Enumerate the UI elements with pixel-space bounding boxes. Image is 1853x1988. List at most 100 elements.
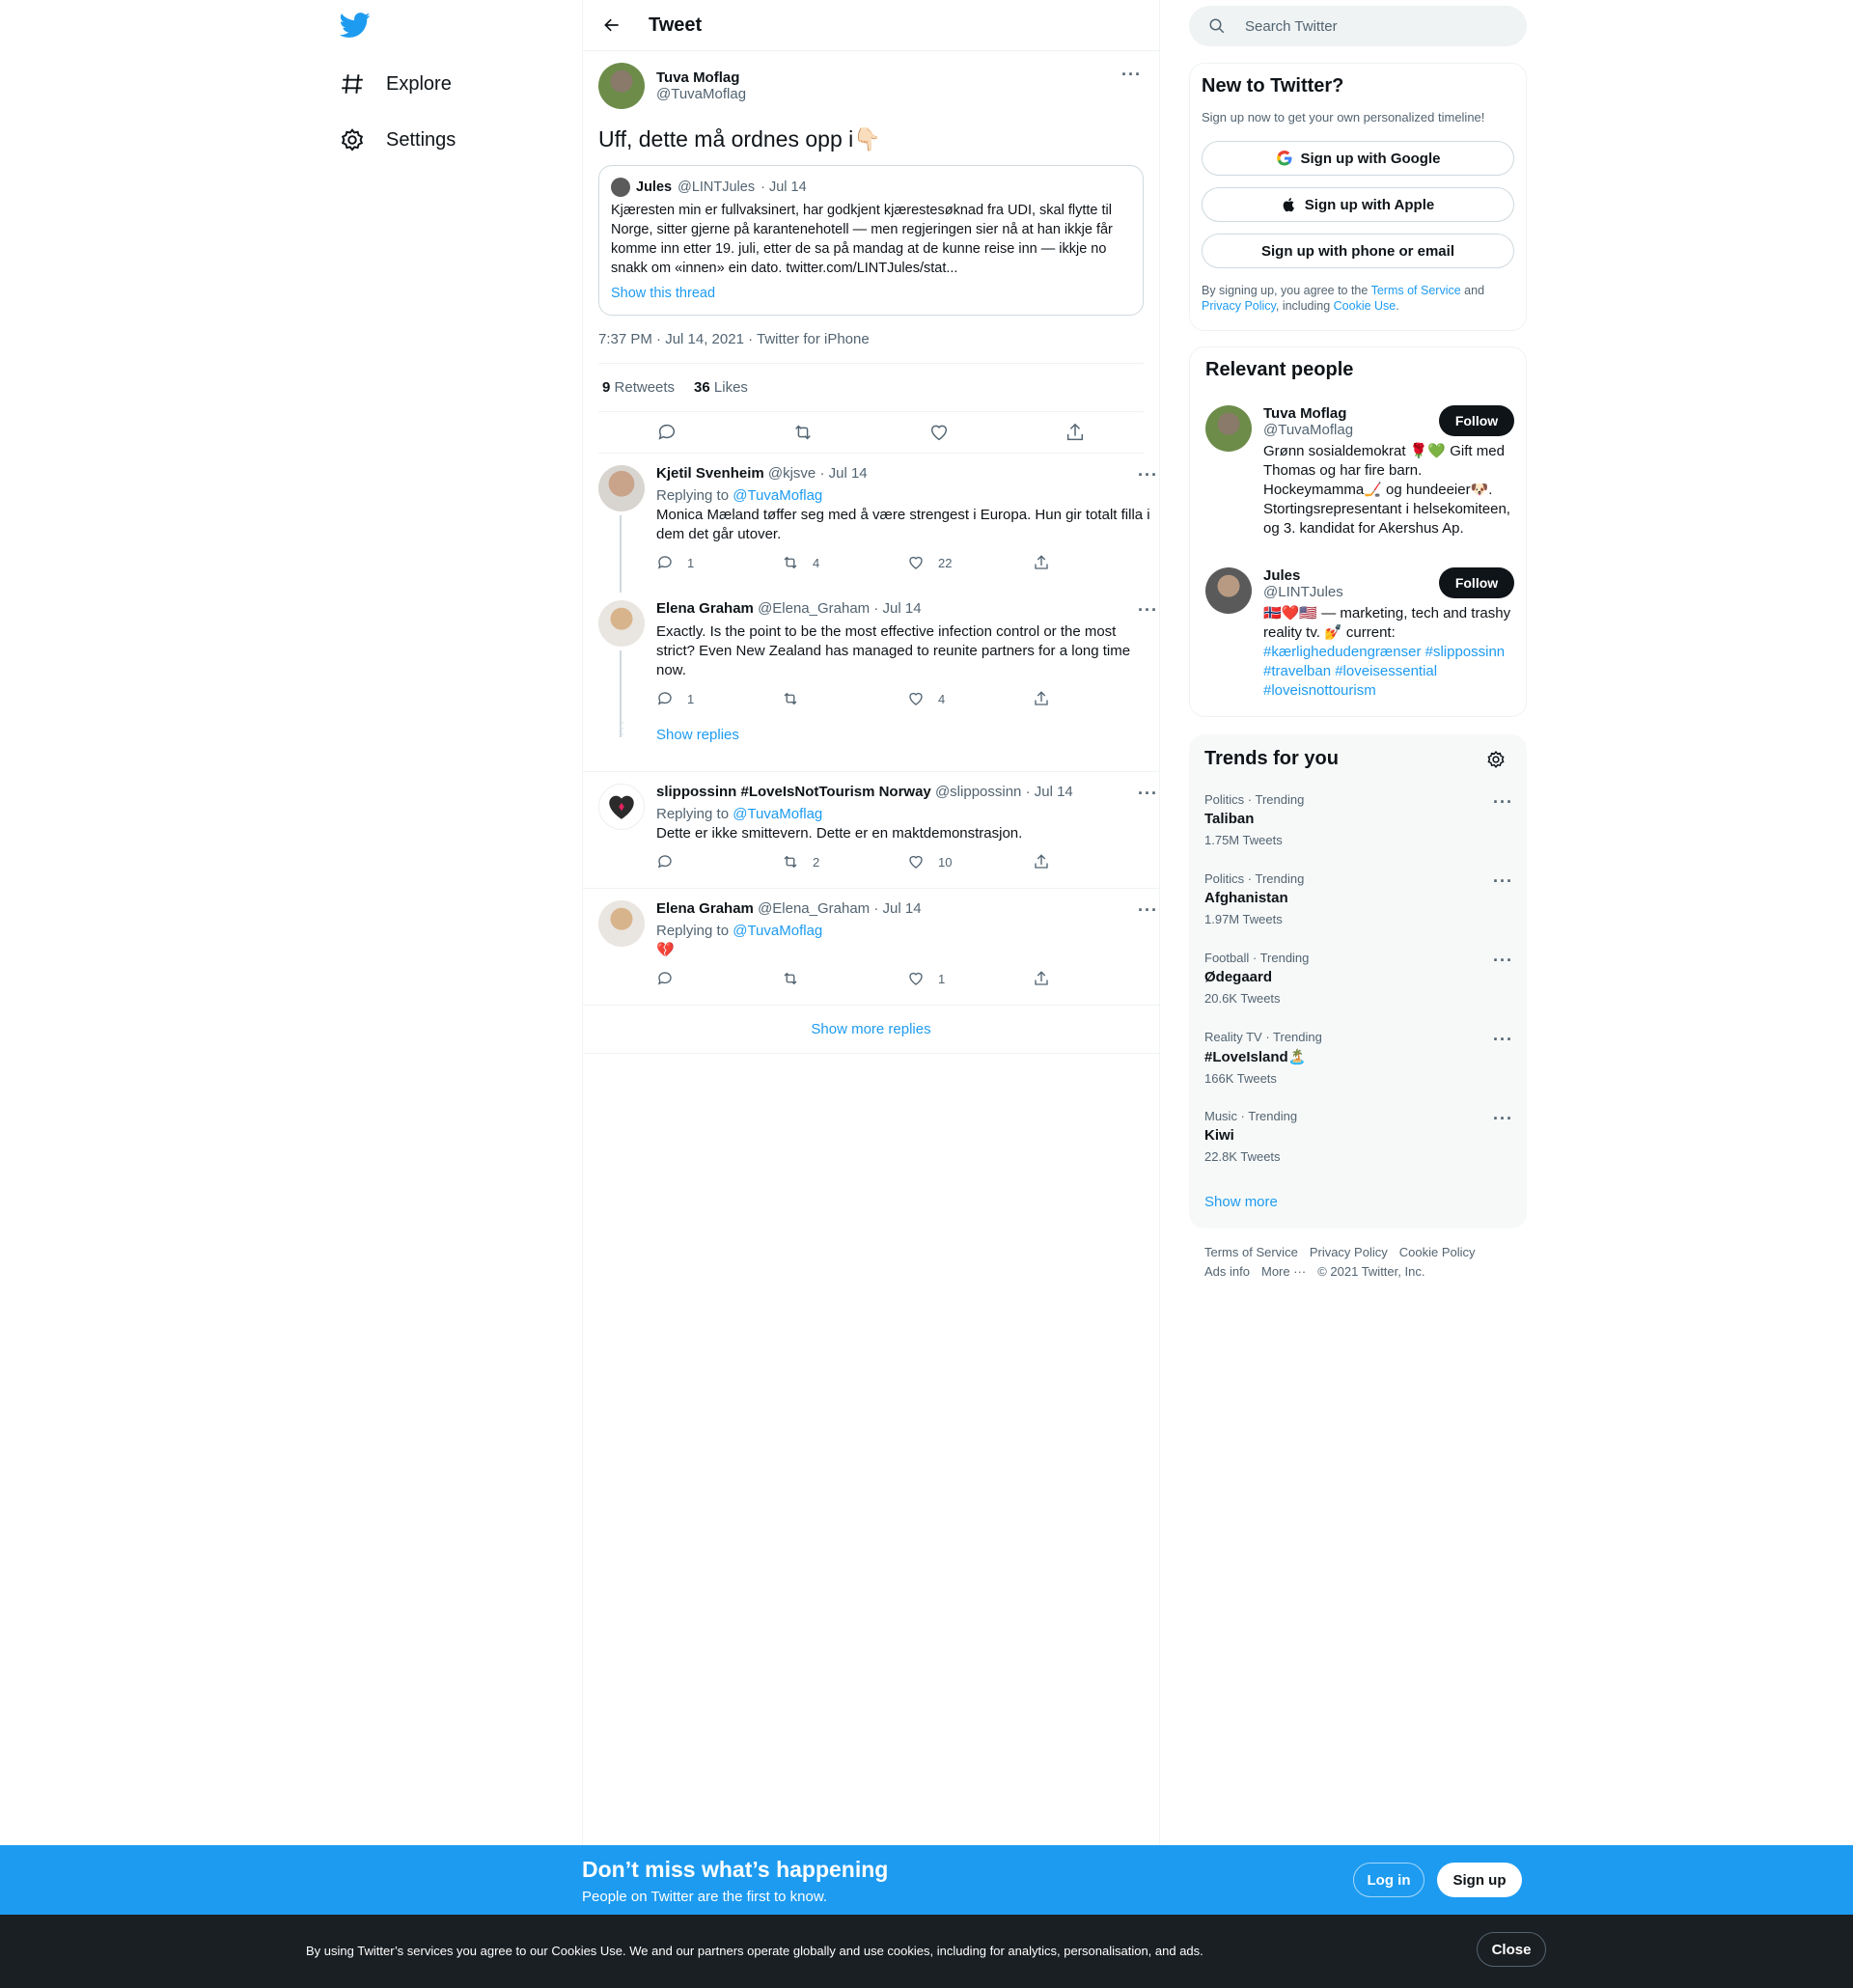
more-icon[interactable]: ··· <box>1121 65 1142 85</box>
show-replies-link[interactable]: Show replies <box>656 727 739 743</box>
like-button[interactable]: 10 <box>907 853 1033 870</box>
share-button[interactable] <box>1033 970 1158 987</box>
replying-to-link[interactable]: @TuvaMoflag <box>733 487 822 504</box>
more-icon[interactable]: ··· <box>1493 792 1513 813</box>
avatar[interactable] <box>598 784 645 830</box>
author-name[interactable]: Tuva Moflag <box>656 69 746 86</box>
reply-author-handle[interactable]: @Elena_Graham <box>758 900 870 917</box>
search-input[interactable]: Search Twitter <box>1189 6 1527 46</box>
reply-author-handle[interactable]: @Elena_Graham <box>758 600 870 617</box>
signup-button[interactable]: Sign up <box>1437 1863 1522 1897</box>
avatar[interactable] <box>598 600 645 647</box>
more-icon[interactable]: ··· <box>1493 1109 1513 1129</box>
signup-phone-email-button[interactable]: Sign up with phone or email <box>1202 234 1514 268</box>
footer-cookie-link[interactable]: Cookie Policy <box>1399 1245 1476 1259</box>
reply-button[interactable] <box>656 853 782 870</box>
signup-apple-button[interactable]: Sign up with Apple <box>1202 187 1514 222</box>
more-icon[interactable]: ··· <box>1138 600 1158 621</box>
reply-author-handle[interactable]: @slippossinn <box>935 784 1021 800</box>
reply-tweet[interactable]: Elena Graham @Elena_Graham · Jul 14 ··· … <box>583 589 1159 737</box>
like-button[interactable]: 1 <box>907 970 1033 987</box>
reply-button[interactable]: 1 <box>656 554 782 571</box>
retweet-button[interactable] <box>782 690 907 707</box>
terms-link[interactable]: Terms of Service <box>1371 284 1461 297</box>
retweet-button[interactable] <box>782 970 907 987</box>
trend-count: 20.6K Tweets <box>1204 991 1281 1006</box>
bio-hashtags[interactable]: #kærlighedudengrænser #slippossinn #trav… <box>1263 644 1505 699</box>
reply-author-name[interactable]: Elena Graham <box>656 600 754 617</box>
follow-button[interactable]: Follow <box>1439 567 1514 598</box>
avatar[interactable] <box>598 465 645 511</box>
twitter-bird-icon[interactable] <box>340 10 371 41</box>
footer-ads-link[interactable]: Ads info <box>1204 1264 1250 1279</box>
likes-stat[interactable]: 36 Likes <box>694 379 748 396</box>
share-icon[interactable] <box>1065 422 1086 443</box>
arrow-left-icon[interactable] <box>602 15 622 35</box>
reply-text: Exactly. Is the point to be the most eff… <box>656 623 1131 678</box>
quoted-tweet[interactable]: Jules @LINTJules · Jul 14 Kjæresten min … <box>598 165 1144 316</box>
reply-author-handle[interactable]: @kjsve <box>768 465 816 482</box>
avatar[interactable] <box>598 900 645 947</box>
show-more-replies-link[interactable]: Show more replies <box>583 1006 1159 1054</box>
footer-terms-link[interactable]: Terms of Service <box>1204 1245 1298 1259</box>
share-button[interactable] <box>1033 853 1158 870</box>
show-thread-link[interactable]: Show this thread <box>611 284 1131 303</box>
trend-item[interactable]: Politics · Trending Taliban 1.75M Tweets… <box>1204 792 1513 847</box>
footer-more-link[interactable]: More ··· <box>1261 1264 1306 1279</box>
nav-explore[interactable]: Explore <box>340 65 452 103</box>
replying-to-link[interactable]: @TuvaMoflag <box>733 923 822 939</box>
avatar[interactable] <box>598 63 645 109</box>
retweets-stat[interactable]: 9 Retweets <box>602 379 675 396</box>
retweet-icon[interactable] <box>792 422 814 443</box>
footer-privacy-link[interactable]: Privacy Policy <box>1310 1245 1388 1259</box>
share-button[interactable] <box>1033 690 1158 707</box>
trend-item[interactable]: Music · Trending Kiwi 22.8K Tweets ··· <box>1204 1109 1513 1164</box>
more-icon[interactable]: ··· <box>1493 871 1513 892</box>
reply-date: · Jul 14 <box>873 900 922 917</box>
trend-item[interactable]: Football · Trending Ødegaard 20.6K Tweet… <box>1204 951 1513 1006</box>
share-button[interactable] <box>1033 554 1158 571</box>
reply-tweet[interactable]: slippossinn #LoveIsNotTourism Norway @sl… <box>583 772 1159 889</box>
reply-tweet[interactable]: Elena Graham @Elena_Graham · Jul 14 ··· … <box>583 889 1159 1006</box>
page-title: Tweet <box>649 14 703 36</box>
signup-google-button[interactable]: Sign up with Google <box>1202 141 1514 176</box>
reply-author-name[interactable]: Kjetil Svenheim <box>656 465 764 482</box>
like-icon[interactable] <box>928 422 950 443</box>
more-icon[interactable]: ··· <box>1493 1030 1513 1050</box>
nav-explore-label: Explore <box>386 72 452 95</box>
gear-icon[interactable] <box>1486 750 1506 769</box>
replying-to-link[interactable]: @TuvaMoflag <box>733 806 822 822</box>
share-icon <box>1035 971 1048 985</box>
author-handle[interactable]: @TuvaMoflag <box>656 86 746 102</box>
trends-title: Trends for you <box>1204 748 1339 769</box>
reply-actions: 2 10 <box>656 853 1158 870</box>
cookie-close-button[interactable]: Close <box>1477 1932 1546 1967</box>
trend-item[interactable]: Reality TV · Trending #LoveIsland🏝️ 166K… <box>1204 1030 1513 1086</box>
privacy-link[interactable]: Privacy Policy <box>1202 299 1276 313</box>
follow-button[interactable]: Follow <box>1439 405 1514 436</box>
retweet-button[interactable]: 4 <box>782 554 907 571</box>
reply-author-name[interactable]: slippossinn #LoveIsNotTourism Norway <box>656 784 931 800</box>
reply-author-name[interactable]: Elena Graham <box>656 900 754 917</box>
more-icon[interactable]: ··· <box>1138 784 1158 804</box>
retweet-button[interactable]: 2 <box>782 853 907 870</box>
like-button[interactable]: 22 <box>907 554 1033 571</box>
trends-show-more-link[interactable]: Show more <box>1204 1194 1278 1210</box>
more-icon[interactable]: ··· <box>1138 900 1158 921</box>
like-button[interactable]: 4 <box>907 690 1033 707</box>
trend-item[interactable]: Politics · Trending Afghanistan 1.97M Tw… <box>1204 871 1513 926</box>
reply-button[interactable] <box>656 970 782 987</box>
login-button[interactable]: Log in <box>1353 1863 1424 1897</box>
more-icon[interactable]: ··· <box>1493 951 1513 971</box>
cookie-use-link[interactable]: Cookie Use <box>1334 299 1397 313</box>
nav-settings[interactable]: Settings <box>340 121 456 159</box>
avatar[interactable] <box>1205 567 1252 614</box>
person-bio: 🇳🇴❤️🇺🇸 — marketing, tech and trashy real… <box>1263 605 1511 699</box>
reply-tweet[interactable]: Kjetil Svenheim @kjsve · Jul 14 ··· Repl… <box>583 454 1159 593</box>
avatar[interactable] <box>1205 405 1252 452</box>
reply-icon <box>657 556 672 569</box>
quote-author-handle: @LINTJules <box>678 179 756 195</box>
more-icon[interactable]: ··· <box>1138 465 1158 485</box>
reply-icon[interactable] <box>656 422 678 443</box>
reply-button[interactable]: 1 <box>656 690 782 707</box>
